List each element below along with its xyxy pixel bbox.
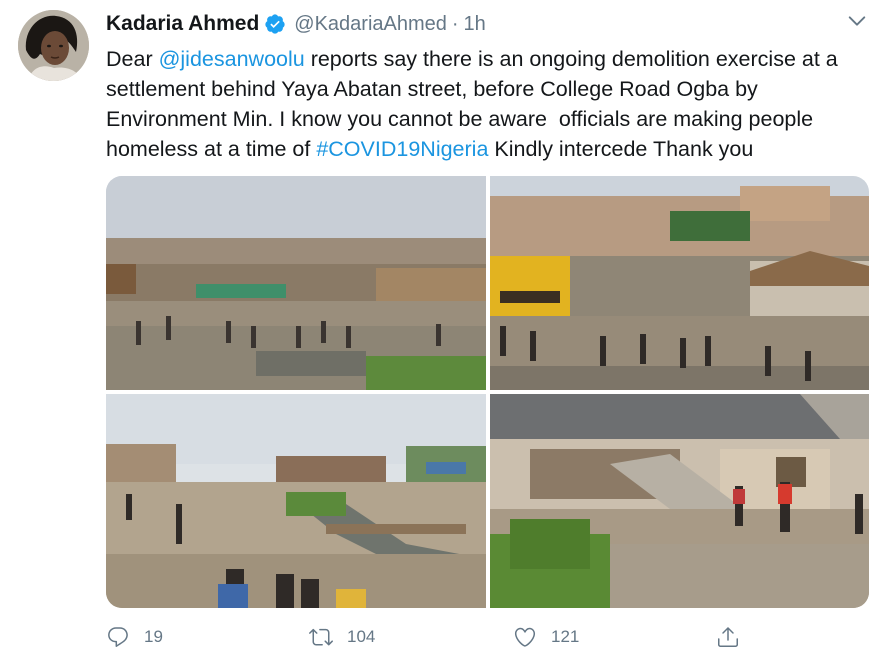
photo-collapsed-roofs[interactable] — [490, 394, 869, 608]
chevron-down-icon[interactable] — [846, 10, 868, 32]
photo-canal-rubble[interactable] — [106, 394, 486, 608]
avatar[interactable] — [18, 10, 89, 81]
tweet-header: Kadaria Ahmed @KadariaAhmed · 1h — [106, 10, 486, 38]
heart-icon — [514, 627, 536, 647]
media-grid — [106, 176, 869, 608]
share-icon — [718, 627, 738, 647]
author-handle[interactable]: @KadariaAhmed — [294, 13, 447, 36]
photo-bulldozer[interactable] — [490, 176, 869, 390]
like-button[interactable]: 121 — [513, 620, 579, 654]
retweet-button[interactable]: 104 — [309, 620, 375, 654]
verified-badge-icon — [264, 13, 286, 35]
retweet-icon — [309, 628, 333, 646]
share-button[interactable] — [716, 620, 740, 654]
tweet-text-part: Kindly intercede Thank you — [488, 137, 754, 161]
retweet-count: 104 — [347, 627, 376, 646]
author-name[interactable]: Kadaria Ahmed — [106, 12, 259, 36]
mention-link[interactable]: @jidesanwoolu — [159, 47, 305, 71]
hashtag-link[interactable]: #COVID19Nigeria — [316, 137, 488, 161]
reply-button[interactable]: 19 — [106, 620, 163, 654]
reply-icon — [108, 627, 128, 647]
photo-demolition-site[interactable] — [106, 176, 486, 390]
action-bar: 19 104 121 — [106, 620, 746, 654]
separator-dot: · — [451, 12, 459, 35]
tweet-text-part: Dear — [106, 47, 159, 71]
timestamp[interactable]: 1h — [464, 13, 486, 36]
like-count: 121 — [551, 627, 580, 646]
reply-count: 19 — [144, 627, 163, 646]
tweet-text: Dear @jidesanwoolu reports say there is … — [106, 44, 876, 164]
